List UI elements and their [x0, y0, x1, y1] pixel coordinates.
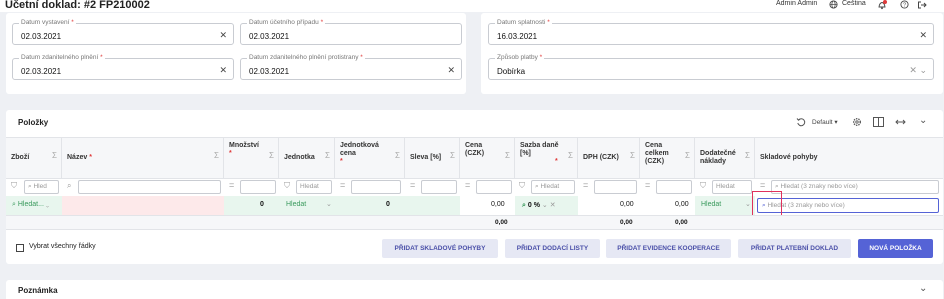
col-mnozstvi[interactable]: Množství * Σ [224, 138, 279, 178]
datum-zdanitelneho-plneni-protistrany-field[interactable]: Datum zdanitelného plnění protistrany * … [240, 54, 462, 80]
filter-jednotka-input[interactable]: Hledat [296, 180, 332, 194]
col-jednotka[interactable]: Jednotka Σ [279, 138, 335, 178]
filter-cena-celkem-input[interactable] [656, 180, 692, 194]
datum-ucetniho-pripadu-field[interactable]: Datum účetního případu * 02.03.2021 [240, 19, 462, 45]
total-cena-celkem: 0,00 [675, 219, 688, 226]
col-sleva[interactable]: Sleva [%] Σ [405, 138, 460, 178]
col-dph[interactable]: DPH (CZK) Σ [578, 138, 640, 178]
user-menu[interactable]: Admin Admin [776, 0, 817, 7]
equals-icon: = [229, 180, 235, 190]
highlight-box [752, 191, 782, 217]
row-cena-cell [460, 196, 515, 215]
col-zbozi[interactable]: Zboží Σ [6, 138, 62, 178]
expand-horizontal-icon[interactable] [895, 117, 906, 127]
row-cena-celkem-value: 0,00 [675, 201, 689, 208]
col-cena[interactable]: Cena (CZK) Σ [460, 138, 515, 178]
total-cena: 0,00 [495, 219, 508, 226]
row-dph-value: 0,00 [620, 201, 634, 208]
select-all-label: Vybrat všechny řádky [29, 243, 96, 250]
page-title: Účetní doklad: #2 FP210002 [5, 0, 150, 11]
row-jednotkova-cena-value[interactable]: 0 [386, 201, 390, 208]
view-select[interactable]: Default ▾ [812, 118, 838, 126]
filter-zbozi-input[interactable]: ⌕ Hled [24, 180, 59, 194]
col-jednotkova-cena[interactable]: Jednotková cena * Σ [335, 138, 405, 178]
search-icon: ⌕ [67, 181, 72, 190]
filter-icon[interactable]: ⛉ [519, 181, 525, 191]
col-cena-celkem[interactable]: Cena celkem (CZK) Σ [640, 138, 695, 178]
row-sazba-select[interactable]: ⌕ 0 % ⌄ ✕ [522, 201, 556, 210]
filter-dph-input[interactable] [594, 180, 637, 194]
pridat-dodaci-listy-button[interactable]: PŘIDAT DODACÍ LISTY [505, 239, 600, 258]
filter-skladove-input[interactable]: ⌕ Hledat (3 znaky nebo více) [771, 180, 939, 194]
polozky-title: Položky [18, 118, 49, 127]
bell-icon[interactable] [877, 0, 887, 10]
chevron-down-icon[interactable]: ⌄ [919, 115, 927, 126]
columns-icon[interactable] [873, 117, 884, 127]
filter-sazba-input[interactable]: ⌕ Hledat [531, 180, 575, 194]
filter-icon[interactable]: ⛉ [700, 181, 706, 191]
equals-icon: = [410, 180, 416, 190]
zpusob-platby-select[interactable]: Způsob platby * Dobírka ✕ ⌄ [488, 54, 934, 80]
row-mnozstvi-value[interactable]: 0 [260, 201, 264, 208]
row-skladove-input[interactable]: ⌕ Hledat (3 znaky nebo více) [757, 198, 939, 213]
datum-vystaveni-field[interactable]: Datum vystavení * 02.03.2021 ✕ [12, 19, 234, 45]
nova-polozka-button[interactable]: NOVÁ POLOŽKA [858, 239, 933, 258]
pridat-evidence-kooperace-button[interactable]: PŘIDAT EVIDENCE KOOPERACE [606, 239, 731, 258]
chevron-down-icon[interactable]: ⌄ [326, 200, 332, 208]
select-all-checkbox[interactable] [16, 244, 24, 252]
col-dodatecne-naklady[interactable]: Dodatečné náklady Σ [695, 138, 755, 178]
clear-icon[interactable]: ✕ [219, 65, 227, 76]
poznamka-title: Poznámka [18, 286, 58, 295]
settings-icon[interactable] [852, 117, 862, 127]
reset-icon[interactable] [796, 117, 806, 127]
filter-jednotkova-cena-input[interactable] [351, 180, 401, 194]
equals-icon: = [760, 180, 766, 190]
row-nazev-cell[interactable] [62, 196, 224, 215]
filter-icon[interactable]: ⛉ [11, 181, 17, 191]
pridat-skladove-pohyby-button[interactable]: PŘIDAT SKLADOVÉ POHYBY [382, 239, 498, 258]
datum-zdanitelneho-plneni-field[interactable]: Datum zdanitelného plnění * 02.03.2021 ✕ [12, 54, 234, 80]
help-icon[interactable]: ? [900, 0, 909, 9]
total-dph: 0,00 [620, 219, 633, 226]
logout-icon[interactable] [917, 0, 927, 10]
clear-icon[interactable]: ✕ [919, 30, 927, 41]
filter-nazev-input[interactable] [78, 180, 221, 194]
equals-icon: = [465, 180, 471, 190]
filter-mnozstvi-input[interactable] [240, 180, 276, 194]
row-jednotkova-cena-cell [335, 196, 405, 215]
row-dodatecne-select[interactable]: Hledat [701, 201, 721, 208]
clear-icon[interactable]: ✕ [447, 65, 455, 76]
equals-icon: = [340, 180, 346, 190]
row-mnozstvi-cell [224, 196, 279, 215]
row-sleva-cell [405, 196, 460, 215]
datum-splatnosti-field[interactable]: Datum splatnosti * 16.03.2021 ✕ [488, 19, 934, 45]
filter-icon[interactable]: ⛉ [284, 181, 290, 191]
chevron-down-icon[interactable]: ✕ ⌄ [909, 65, 927, 76]
row-zbozi-select[interactable]: ⌕ Hledat... ⌄ [12, 201, 49, 209]
poznamka-card [6, 280, 943, 299]
row-jednotka-select[interactable]: Hledat [286, 201, 306, 208]
svg-text:?: ? [903, 3, 906, 9]
clear-icon[interactable]: ✕ [219, 30, 227, 41]
col-nazev[interactable]: Název * Σ [62, 138, 224, 178]
row-cena-value: 0,00 [491, 201, 505, 208]
chevron-down-icon[interactable]: ⌄ [919, 283, 927, 294]
chevron-down-icon[interactable]: ⌄ [745, 200, 751, 208]
filter-sleva-input[interactable] [421, 180, 457, 194]
language-select[interactable]: Čeština [842, 0, 866, 7]
globe-icon[interactable] [829, 0, 838, 9]
equals-icon: = [583, 180, 589, 190]
equals-icon: = [645, 180, 651, 190]
filter-cena-input[interactable] [476, 180, 512, 194]
col-skladove-pohyby[interactable]: Skladové pohyby [755, 138, 943, 178]
col-sazba-dane[interactable]: Sazba daně [%] * Σ [515, 138, 578, 178]
totals-row [6, 215, 943, 230]
filter-dodatecne-input[interactable]: Hledat [712, 180, 752, 194]
pridat-platebni-doklad-button[interactable]: PŘIDAT PLATEBNÍ DOKLAD [738, 239, 851, 258]
